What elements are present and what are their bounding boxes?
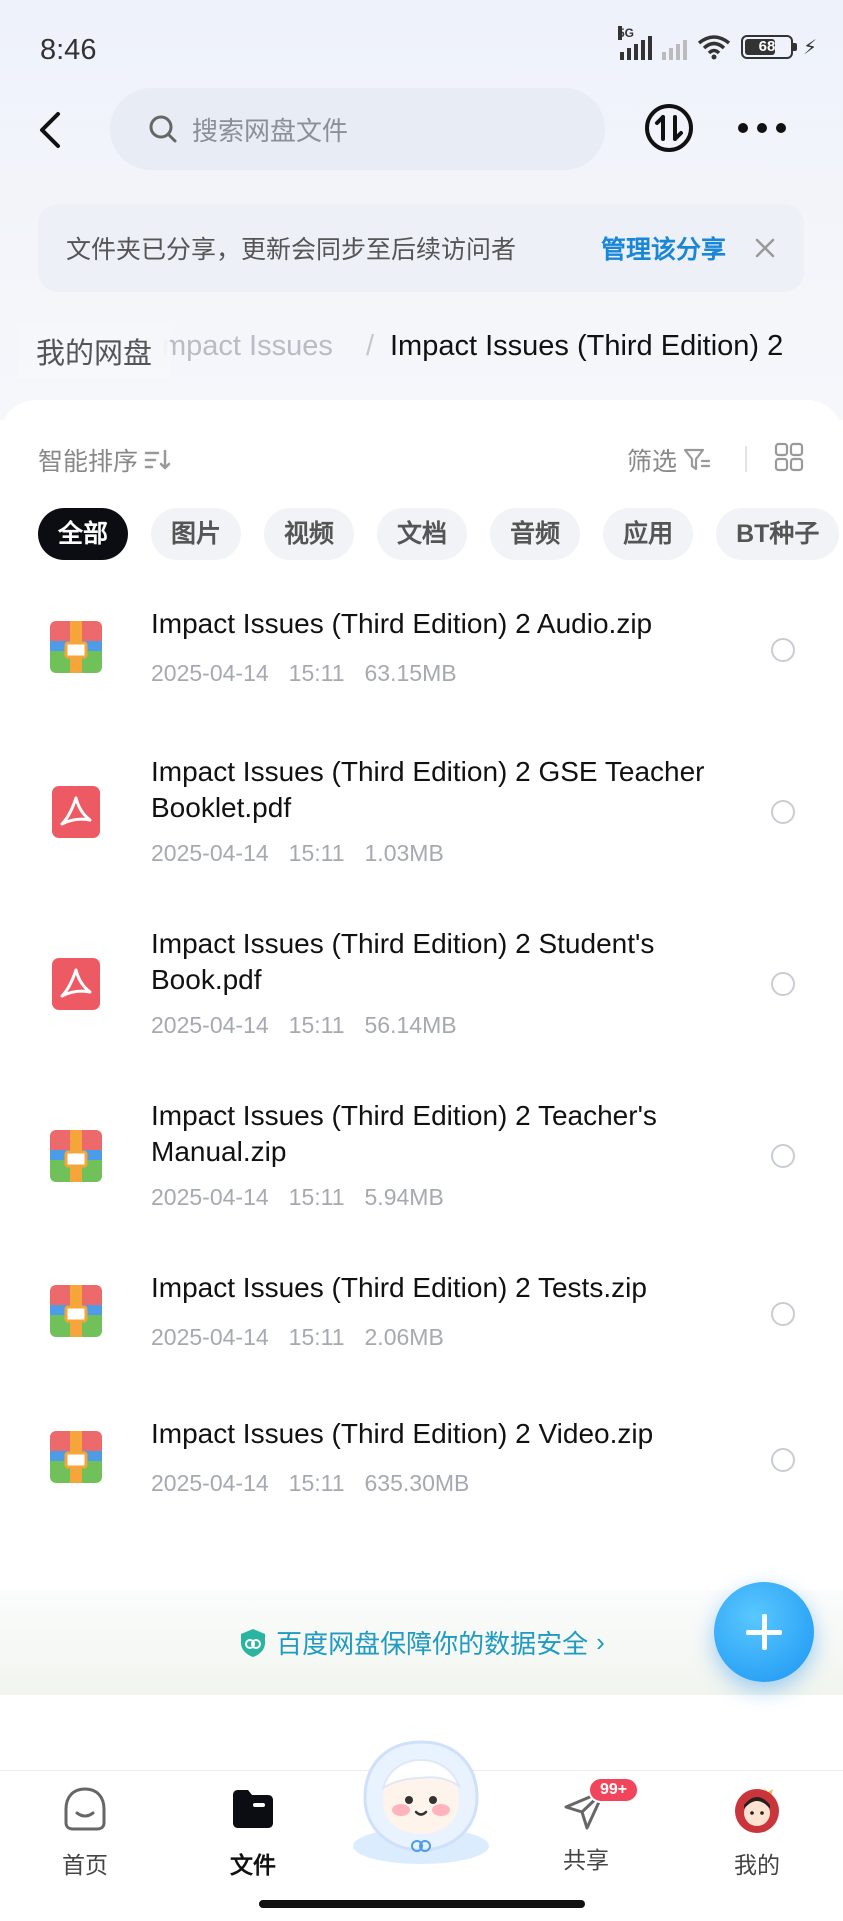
tab-me[interactable]: 我的 [697, 1783, 817, 1880]
file-name: Impact Issues (Third Edition) 2 Audio.zi… [151, 608, 653, 639]
tab-label: 共享 [563, 1847, 609, 1873]
network-type-label: 5G [617, 26, 634, 40]
file-name: Impact Issues (Third Edition) 2 Video.zi… [151, 1418, 654, 1449]
file-name: Impact Issues (Third Edition) 2 GSE Teac… [151, 756, 705, 823]
select-checkbox[interactable] [771, 800, 795, 824]
chevron-right-icon: › [596, 1627, 605, 1657]
file-meta: 2025-04-14 15:11 2.06MB [151, 1324, 444, 1350]
select-checkbox[interactable] [771, 1144, 795, 1168]
zip-icon [50, 621, 102, 673]
back-arrow-icon[interactable] [30, 100, 70, 160]
send-icon-wrap: 99+ [560, 1777, 640, 1835]
home-indicator [259, 1900, 585, 1908]
file-meta: 2025-04-14 15:11 56.14MB [151, 1012, 457, 1038]
chip-audio[interactable]: 音频 [490, 508, 581, 560]
category-filter-chips: 全部 图片 视频 文档 音频 应用 BT种子 [38, 508, 840, 560]
sort-label: 智能排序 [38, 448, 139, 476]
breadcrumb-parent[interactable]: mpact Issues [162, 330, 333, 363]
battery-level: 68 [758, 38, 776, 55]
toolbar-divider [745, 446, 747, 472]
file-name: Impact Issues (Third Edition) 2 Teacher'… [151, 1100, 657, 1167]
tab-label: 我的 [734, 1852, 780, 1878]
tab-share[interactable]: 99+ 共享 [526, 1777, 646, 1875]
tab-label: 文件 [230, 1852, 276, 1878]
more-options-icon[interactable] [738, 108, 786, 148]
cellular-signal-icon: 5G [617, 26, 652, 60]
chip-all[interactable]: 全部 [38, 508, 129, 560]
share-banner: 文件夹已分享，更新会同步至后续访问者 管理该分享 [38, 204, 804, 292]
ai-assistant-mascot[interactable] [343, 1728, 499, 1868]
file-row[interactable]: Impact Issues (Third Edition) 2 Audio.zi… [0, 590, 843, 710]
avatar [735, 1787, 779, 1833]
filter-label: 筛选 [627, 448, 678, 476]
zip-icon [50, 1285, 102, 1337]
file-row[interactable]: Impact Issues (Third Edition) 2 Student'… [0, 910, 843, 1060]
file-meta: 2025-04-14 15:11 5.94MB [151, 1184, 444, 1210]
cellular-signal-2-icon [661, 34, 687, 60]
search-input[interactable]: 搜索网盘文件 [110, 88, 605, 170]
file-meta: 2025-04-14 15:11 635.30MB [151, 1470, 470, 1496]
battery-icon: 68 [740, 35, 797, 59]
chip-bt-torrents[interactable]: BT种子 [716, 508, 840, 560]
transfer-list-icon[interactable] [643, 102, 695, 154]
search-placeholder: 搜索网盘文件 [192, 115, 349, 146]
add-button[interactable] [714, 1582, 814, 1682]
select-checkbox[interactable] [771, 972, 795, 996]
charging-icon: ⚡ [802, 36, 817, 59]
status-bar: 8:46 5G 68 ⚡ [0, 0, 843, 100]
file-row[interactable]: Impact Issues (Third Edition) 2 GSE Teac… [0, 738, 843, 888]
breadcrumb-separator: / [366, 330, 375, 362]
zip-icon [50, 1431, 102, 1483]
notification-badge: 99+ [588, 1777, 640, 1803]
breadcrumb-current: Impact Issues (Third Edition) 2 [390, 330, 784, 362]
select-checkbox[interactable] [771, 638, 795, 662]
pdf-icon [52, 786, 100, 838]
chip-images[interactable]: 图片 [151, 508, 242, 560]
chip-documents[interactable]: 文档 [377, 508, 468, 560]
filter-button[interactable]: 筛选 [627, 442, 711, 478]
share-banner-message: 文件夹已分享，更新会同步至后续访问者 [66, 236, 517, 264]
file-meta: 2025-04-14 15:11 63.15MB [151, 660, 457, 686]
sort-button[interactable]: 智能排序 [38, 442, 172, 478]
folder-icon [233, 1790, 273, 1828]
chip-videos[interactable]: 视频 [264, 508, 355, 560]
tab-label: 首页 [62, 1852, 108, 1878]
close-icon[interactable] [754, 237, 776, 259]
filter-icon [683, 448, 711, 471]
file-name: Impact Issues (Third Edition) 2 Tests.zi… [151, 1272, 647, 1303]
status-time: 8:46 [40, 34, 97, 66]
file-name: Impact Issues (Third Edition) 2 Student'… [151, 928, 655, 995]
wifi-icon [697, 35, 731, 60]
search-icon [149, 115, 177, 143]
sort-icon [144, 449, 171, 470]
grid-view-icon[interactable] [774, 442, 804, 472]
breadcrumb-root[interactable]: 我的网盘 [18, 324, 171, 378]
pdf-icon [52, 958, 100, 1010]
tab-files[interactable]: 文件 [193, 1783, 313, 1880]
shield-icon [241, 1628, 266, 1657]
chip-apps[interactable]: 应用 [603, 508, 694, 560]
manage-share-link[interactable]: 管理该分享 [601, 230, 726, 266]
status-icons: 5G 68 ⚡ [617, 26, 817, 60]
select-checkbox[interactable] [771, 1302, 795, 1326]
file-row[interactable]: Impact Issues (Third Edition) 2 Teacher'… [0, 1082, 843, 1232]
security-text: 百度网盘保障你的数据安全 [276, 1629, 589, 1659]
select-checkbox[interactable] [771, 1448, 795, 1472]
file-row[interactable]: Impact Issues (Third Edition) 2 Video.zi… [0, 1400, 843, 1520]
home-icon [64, 1787, 106, 1831]
tab-home[interactable]: 首页 [25, 1783, 145, 1880]
breadcrumb: mpact Issues / Impact Issues (Third Edit… [0, 320, 843, 380]
zip-icon [50, 1130, 102, 1182]
file-meta: 2025-04-14 15:11 1.03MB [151, 840, 444, 866]
file-row[interactable]: Impact Issues (Third Edition) 2 Tests.zi… [0, 1254, 843, 1374]
